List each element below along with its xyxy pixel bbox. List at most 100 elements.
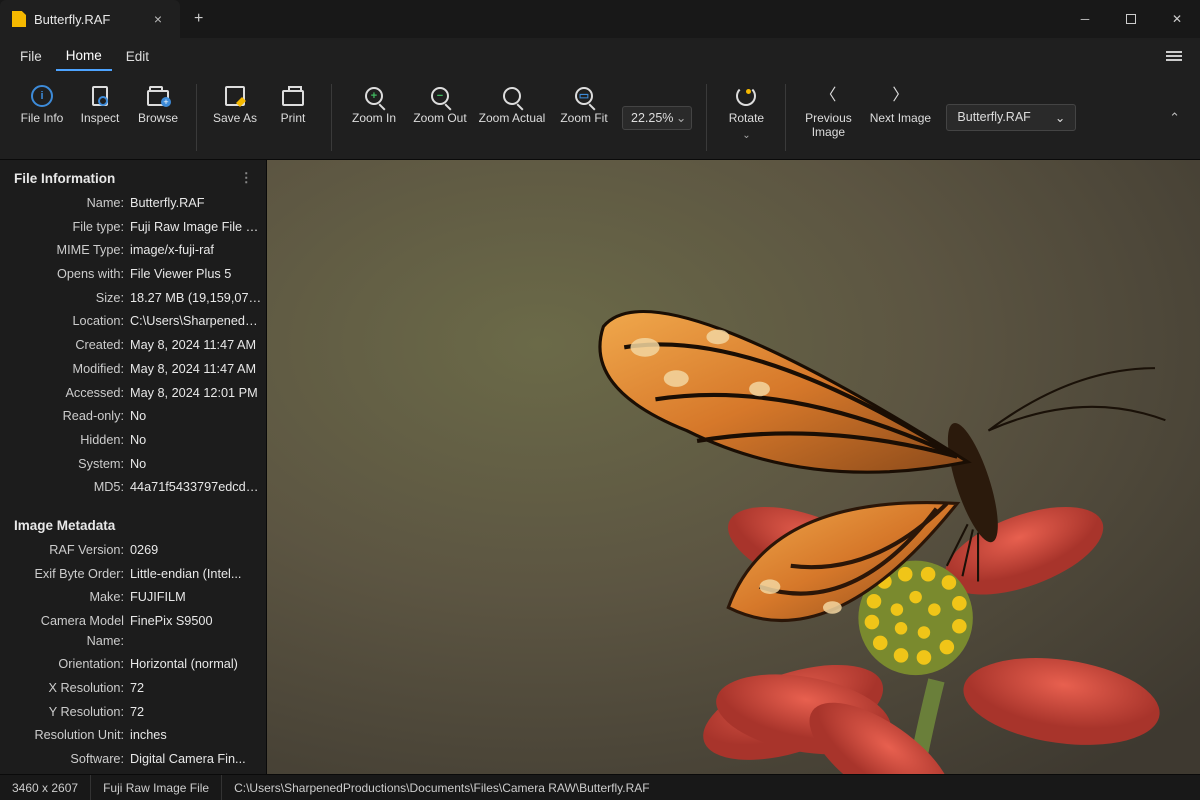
- zoom-level-select[interactable]: 22.25%: [622, 106, 692, 130]
- info-value: May 8, 2024 11:47 AM: [130, 360, 256, 380]
- panel-title: File Information: [14, 171, 115, 186]
- info-key: X Resolution:: [0, 679, 130, 699]
- zoom-value: 22.25%: [631, 111, 673, 125]
- window-controls: ─ ✕: [1062, 0, 1200, 38]
- info-row: Read-only:No: [0, 405, 266, 429]
- info-row: Accessed:May 8, 2024 12:01 PM: [0, 382, 266, 406]
- info-key: Size:: [0, 289, 130, 309]
- browse-button[interactable]: + Browse: [130, 80, 186, 155]
- info-key: Created:: [0, 336, 130, 356]
- info-row: Modify Date:2006:12:31 11:42:35: [0, 772, 266, 774]
- file-select[interactable]: Butterfly.RAF ⌄: [946, 104, 1076, 131]
- info-value: Butterfly.RAF: [130, 194, 205, 214]
- info-panel[interactable]: File Information ⋮ Name:Butterfly.RAFFil…: [0, 160, 267, 774]
- info-row: Name:Butterfly.RAF: [0, 192, 266, 216]
- butterfly-image: [267, 160, 1200, 774]
- info-value: File Viewer Plus 5: [130, 265, 231, 285]
- info-row: Orientation:Horizontal (normal): [0, 653, 266, 677]
- zoom-actual-button[interactable]: Zoom Actual: [474, 80, 550, 155]
- info-icon: i: [30, 84, 54, 108]
- next-image-button[interactable]: 〉 Next Image: [862, 80, 938, 155]
- info-key: Resolution Unit:: [0, 726, 130, 746]
- previous-icon: 〈: [816, 84, 840, 108]
- new-tab-button[interactable]: +: [180, 10, 217, 28]
- rotate-icon: [734, 84, 758, 108]
- file-information-header: File Information ⋮: [0, 160, 266, 192]
- info-row: Software:Digital Camera Fin...: [0, 748, 266, 772]
- image-viewer[interactable]: [267, 160, 1200, 774]
- info-key: Opens with:: [0, 265, 130, 285]
- zoom-out-button[interactable]: − Zoom Out: [408, 80, 472, 155]
- previous-image-label: Previous Image: [798, 112, 858, 140]
- doc-icon: [12, 11, 26, 27]
- file-info-label: File Info: [21, 112, 64, 126]
- info-value: No: [130, 407, 146, 427]
- info-value: Horizontal (normal): [130, 655, 238, 675]
- info-key: Accessed:: [0, 384, 130, 404]
- info-value: May 8, 2024 11:47 AM: [130, 336, 256, 356]
- info-key: System:: [0, 455, 130, 475]
- info-key: Camera Model Name:: [0, 612, 130, 651]
- info-value: 44a71f5433797edcd973de...: [130, 478, 262, 498]
- info-key: Location:: [0, 312, 130, 332]
- save-as-label: Save As: [213, 112, 257, 126]
- info-row: Exif Byte Order:Little-endian (Intel...: [0, 563, 266, 587]
- print-button[interactable]: Print: [265, 80, 321, 155]
- info-key: MIME Type:: [0, 241, 130, 261]
- status-dimensions: 3460 x 2607: [0, 775, 91, 800]
- info-value: 72: [130, 679, 144, 699]
- info-value: Digital Camera Fin...: [130, 750, 246, 770]
- menu-file[interactable]: File: [10, 43, 52, 70]
- close-button[interactable]: ✕: [1154, 0, 1200, 38]
- ribbon: i File Info Inspect + Browse Save As Pri…: [0, 74, 1200, 160]
- file-info-button[interactable]: i File Info: [14, 80, 70, 155]
- menu-edit[interactable]: Edit: [116, 43, 159, 70]
- chevron-down-icon: ⌄: [1055, 110, 1065, 125]
- minimize-button[interactable]: ─: [1062, 0, 1108, 38]
- collapse-ribbon-button[interactable]: ⌃: [1157, 102, 1192, 134]
- info-row: Make:FUJIFILM: [0, 586, 266, 610]
- info-key: Exif Byte Order:: [0, 565, 130, 585]
- inspect-icon: [88, 84, 112, 108]
- zoom-in-button[interactable]: + Zoom In: [342, 80, 406, 155]
- info-value: May 8, 2024 12:01 PM: [130, 384, 258, 404]
- panel-menu-icon[interactable]: ⋮: [240, 170, 255, 186]
- info-key: Name:: [0, 194, 130, 214]
- zoom-actual-icon: [500, 84, 524, 108]
- previous-image-button[interactable]: 〈 Previous Image: [796, 80, 860, 155]
- info-row: Hidden:No: [0, 429, 266, 453]
- info-row: System:No: [0, 453, 266, 477]
- inspect-label: Inspect: [81, 112, 120, 126]
- zoom-fit-button[interactable]: ▭ Zoom Fit: [552, 80, 616, 155]
- save-icon: [223, 84, 247, 108]
- info-row: MIME Type:image/x-fuji-raf: [0, 239, 266, 263]
- panel-title: Image Metadata: [14, 518, 115, 533]
- info-value: 18.27 MB (19,159,072 bytes): [130, 289, 262, 309]
- info-value: Fuji Raw Image File (.raf): [130, 218, 262, 238]
- info-row: Modified:May 8, 2024 11:47 AM: [0, 358, 266, 382]
- tab-title: Butterfly.RAF: [34, 12, 110, 27]
- menu-home[interactable]: Home: [56, 42, 112, 71]
- next-icon: 〉: [888, 84, 912, 108]
- document-tab[interactable]: Butterfly.RAF ×: [0, 0, 180, 38]
- info-row: Location:C:\Users\SharpenedProdu...: [0, 310, 266, 334]
- file-select-value: Butterfly.RAF: [957, 110, 1030, 125]
- info-row: File type:Fuji Raw Image File (.raf): [0, 216, 266, 240]
- hamburger-menu-icon[interactable]: [1158, 43, 1190, 69]
- info-value: inches: [130, 726, 167, 746]
- close-tab-icon[interactable]: ×: [148, 11, 168, 27]
- info-key: MD5:: [0, 478, 130, 498]
- info-row: Opens with:File Viewer Plus 5: [0, 263, 266, 287]
- info-key: RAF Version:: [0, 541, 130, 561]
- menubar: File Home Edit: [0, 38, 1200, 74]
- titlebar: Butterfly.RAF × + ─ ✕: [0, 0, 1200, 38]
- browse-label: Browse: [138, 112, 178, 126]
- info-value: No: [130, 455, 146, 475]
- inspect-button[interactable]: Inspect: [72, 80, 128, 155]
- zoom-actual-label: Zoom Actual: [479, 112, 546, 126]
- save-as-button[interactable]: Save As: [207, 80, 263, 155]
- info-value: Little-endian (Intel...: [130, 565, 241, 585]
- rotate-button[interactable]: Rotate ⌄: [717, 80, 775, 155]
- maximize-button[interactable]: [1108, 0, 1154, 38]
- zoom-in-icon: +: [362, 84, 386, 108]
